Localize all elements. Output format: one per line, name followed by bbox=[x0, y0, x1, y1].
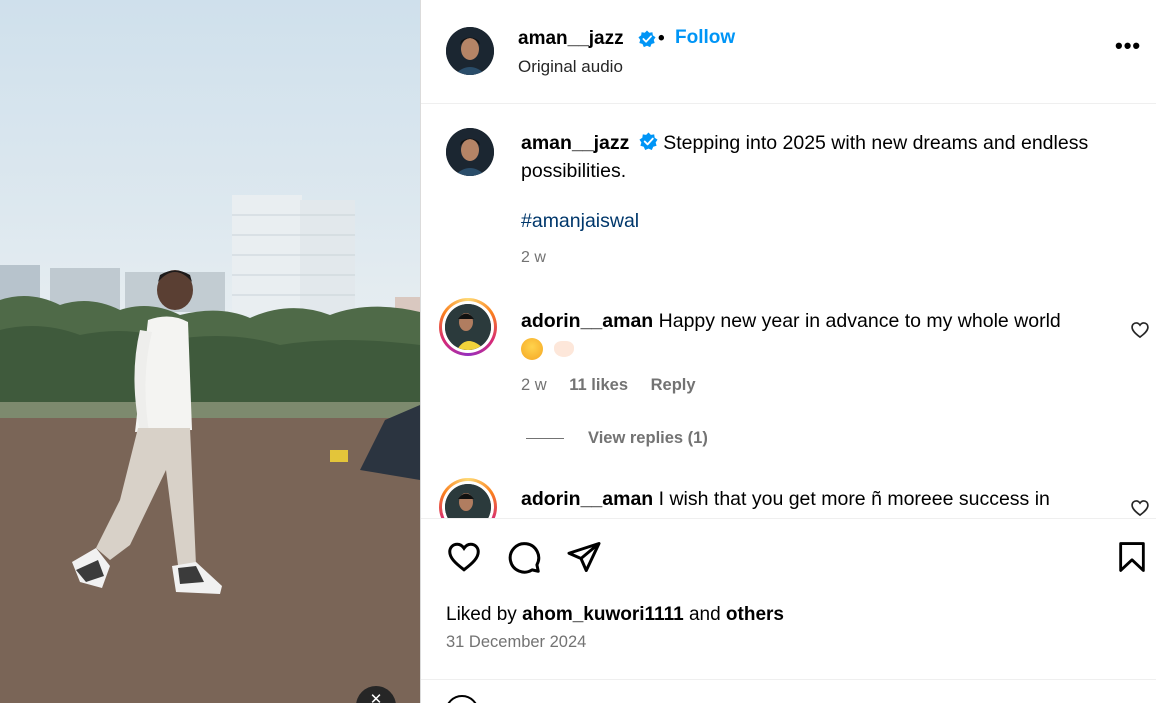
comment-timestamp[interactable]: 2 w bbox=[521, 376, 547, 394]
comment-likes[interactable]: 11 likes bbox=[569, 376, 628, 394]
emoji-picker-icon[interactable] bbox=[445, 695, 479, 703]
comment-author[interactable]: adorin__aman bbox=[521, 310, 653, 332]
comment-text: adorin__aman I wish that you get more ñ … bbox=[521, 485, 1111, 514]
separator-dot: • bbox=[658, 28, 665, 49]
comment-author[interactable]: adorin__aman bbox=[521, 488, 653, 510]
commenter-avatar[interactable] bbox=[445, 304, 491, 350]
caption-author[interactable]: aman__jazz bbox=[521, 132, 629, 154]
comment-body: Happy new year in advance to my whole wo… bbox=[658, 310, 1061, 332]
caption-author-avatar[interactable] bbox=[446, 128, 494, 176]
share-paper-plane-icon[interactable] bbox=[566, 539, 602, 575]
post-details-panel: aman__jazz • Follow Original audio ••• a… bbox=[421, 0, 1156, 703]
caption-text: aman__jazz Stepping into 2025 with new d… bbox=[521, 129, 1131, 185]
like-heart-icon[interactable] bbox=[445, 539, 483, 575]
video-frame bbox=[0, 195, 420, 703]
comment-bubble-icon[interactable] bbox=[506, 539, 542, 575]
view-replies-label: View replies (1) bbox=[588, 429, 708, 447]
hashtag-link[interactable]: #amanjaiswal bbox=[521, 210, 639, 233]
liked-by-and: and bbox=[688, 604, 721, 625]
post-date[interactable]: 31 December 2024 bbox=[446, 633, 586, 652]
audio-label[interactable]: Original audio bbox=[518, 57, 623, 77]
post-header: aman__jazz • Follow Original audio ••• bbox=[421, 0, 1156, 104]
liked-by-summary[interactable]: Liked by ahom_kuwori1111 and others bbox=[446, 604, 784, 626]
instagram-post-modal: ✕ aman__jazz • Follow Original audio •••… bbox=[0, 0, 1156, 703]
verified-badge-icon bbox=[638, 30, 656, 48]
comment-body: I wish that you get more ñ moreee succes… bbox=[658, 488, 1050, 510]
like-comment-heart-icon[interactable] bbox=[1130, 320, 1150, 340]
comment-avatar-ring[interactable] bbox=[439, 478, 497, 518]
heart-hands-emoji-icon bbox=[554, 341, 575, 357]
smiling-face-emoji-icon bbox=[521, 338, 543, 360]
comments-list[interactable]: aman__jazz Stepping into 2025 with new d… bbox=[421, 104, 1156, 518]
replies-line bbox=[526, 438, 564, 440]
liked-by-prefix: Liked by bbox=[446, 604, 517, 625]
liked-by-others[interactable]: others bbox=[726, 604, 784, 625]
view-replies-button[interactable]: View replies (1) bbox=[526, 429, 708, 448]
follow-button[interactable]: Follow bbox=[675, 27, 735, 49]
comment-text: adorin__aman Happy new year in advance t… bbox=[521, 307, 1111, 365]
author-username[interactable]: aman__jazz bbox=[518, 28, 624, 50]
post-actions: Liked by ahom_kuwori1111 and others 31 D… bbox=[421, 518, 1156, 703]
post-video[interactable]: ✕ bbox=[0, 0, 420, 703]
reply-button[interactable]: Reply bbox=[651, 376, 696, 394]
comment-meta: 2 w 11 likes Reply bbox=[521, 376, 714, 395]
author-avatar[interactable] bbox=[446, 27, 494, 75]
liked-by-user[interactable]: ahom_kuwori1111 bbox=[522, 604, 684, 625]
save-bookmark-icon[interactable] bbox=[1115, 539, 1149, 575]
more-options-icon[interactable]: ••• bbox=[1115, 35, 1141, 57]
caption-timestamp[interactable]: 2 w bbox=[521, 249, 546, 267]
verified-badge-icon bbox=[639, 132, 658, 151]
like-comment-heart-icon[interactable] bbox=[1130, 498, 1150, 518]
comment-avatar-ring[interactable] bbox=[439, 298, 497, 356]
divider bbox=[421, 679, 1156, 680]
